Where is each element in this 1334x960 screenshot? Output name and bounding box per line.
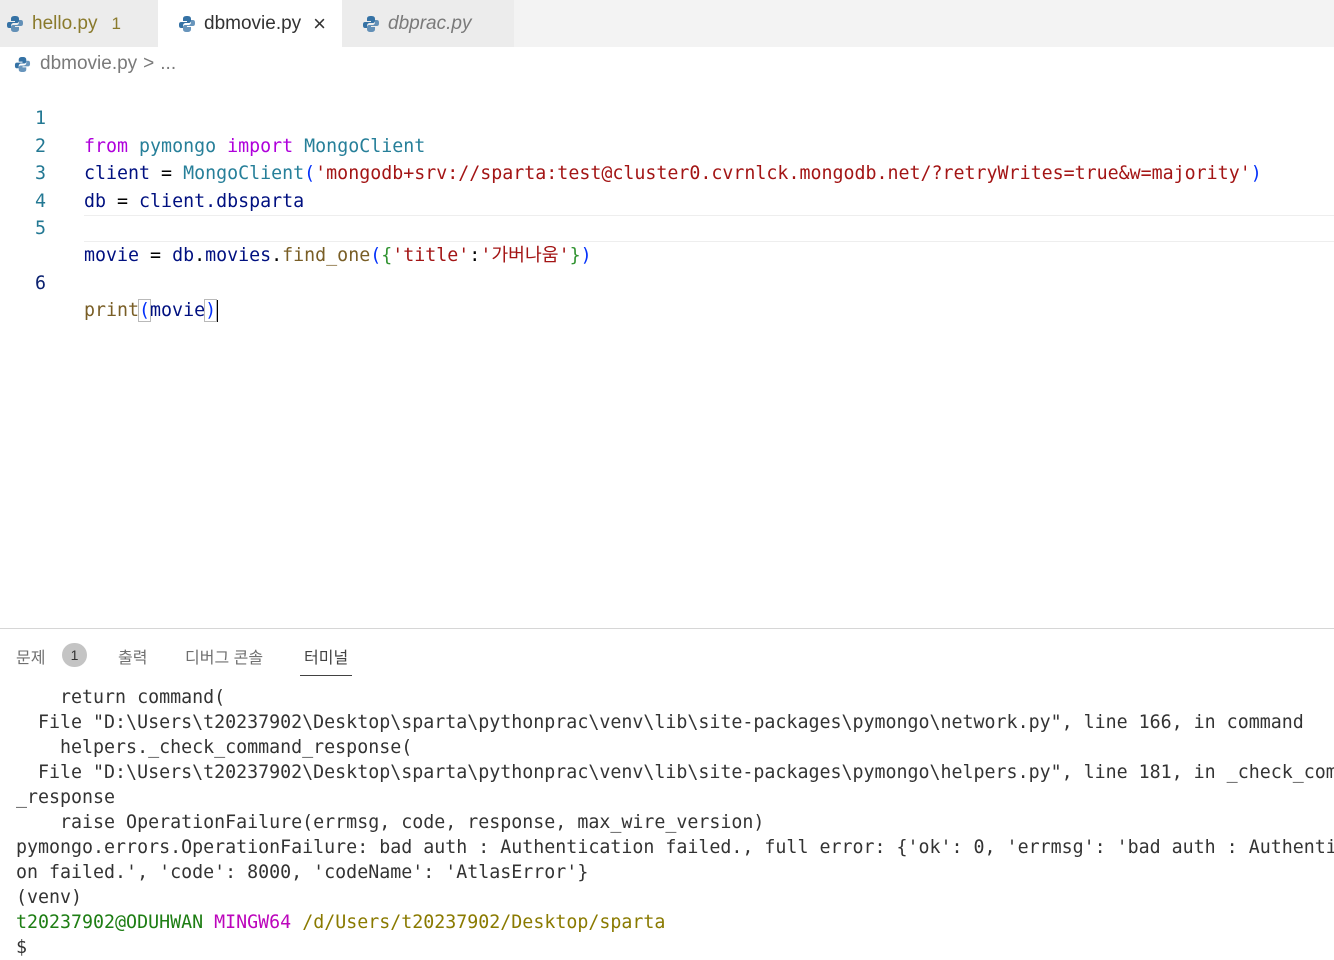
tab-label: dbmovie.py xyxy=(204,12,302,34)
colon: : xyxy=(469,245,481,267)
code-line: 2 client = MongoClient('mongodb+srv://sp… xyxy=(0,105,1334,184)
code-line: 1 from pymongo import MongoClient xyxy=(0,78,1334,156)
python-file-icon xyxy=(179,15,195,32)
tab-debug-console[interactable]: 디버그 콘솔 xyxy=(185,644,263,668)
terminal-output[interactable]: return command( File "D:\Users\t20237902… xyxy=(16,685,1334,960)
string-literal: 'title' xyxy=(392,245,470,267)
python-file-icon xyxy=(14,56,31,72)
bracket: ) xyxy=(580,245,592,267)
breadcrumb: dbmovie.py > ... xyxy=(14,52,176,76)
variable: movie xyxy=(84,245,140,267)
close-icon[interactable]: × xyxy=(313,12,326,35)
dot: . xyxy=(271,245,283,267)
terminal-line: File "D:\Users\t20237902\Desktop\sparta\… xyxy=(16,712,1304,733)
prompt-env: MINGW64 xyxy=(214,912,292,933)
bracket: } xyxy=(569,245,581,267)
code-editor[interactable]: 1 from pymongo import MongoClient 2 clie… xyxy=(0,78,1334,323)
function-name: find_one xyxy=(282,245,371,267)
tab-dbmovie-py[interactable]: dbmovie.py × xyxy=(158,0,342,47)
bracket: ( xyxy=(370,245,382,267)
prompt-symbol: $ xyxy=(16,937,28,958)
variable: movie xyxy=(150,300,206,322)
breadcrumb-symbols[interactable]: ... xyxy=(160,53,176,75)
code-line: 4 xyxy=(0,160,1334,212)
chevron-right-icon: > xyxy=(143,53,155,74)
line-number: 6 xyxy=(34,272,46,294)
code-line-current: 6 print(movie) xyxy=(0,214,1334,323)
terminal-line: File "D:\Users\t20237902\Desktop\sparta\… xyxy=(16,762,1334,783)
function-name: print xyxy=(84,300,140,322)
code-line: 5 movie = db.movies.find_one({'title':'가… xyxy=(0,188,1334,266)
code-line: 3 db = client.dbsparta xyxy=(0,133,1334,211)
variable: db xyxy=(172,245,195,267)
terminal-prompt: t20237902@ODUHWAN MINGW64 /d/Users/t2023… xyxy=(16,910,1334,935)
tab-problems[interactable]: 문제 xyxy=(16,644,45,668)
bracket: ) xyxy=(204,299,218,323)
tab-terminal[interactable]: 터미널 xyxy=(300,644,353,676)
bracket: { xyxy=(381,245,393,267)
terminal-line: raise OperationFailure(errmsg, code, res… xyxy=(16,812,765,833)
prompt-path: /d/Users/t20237902/Desktop/sparta xyxy=(302,912,666,933)
terminal-line: on failed.', 'code': 8000, 'codeName': '… xyxy=(16,862,589,883)
terminal-line: _response xyxy=(16,787,116,808)
editor-tab-bar: hello.py 1 dbmovie.py × dbprac.py xyxy=(0,0,1334,47)
panel-tabs: 문제 1 출력 디버그 콘솔 터미널 xyxy=(0,629,1334,679)
text-cursor xyxy=(216,300,219,323)
problems-count-badge: 1 xyxy=(62,643,87,667)
operator: = xyxy=(139,245,173,267)
string-literal: '가버나움' xyxy=(480,245,570,267)
bottom-panel: 문제 1 출력 디버그 콘솔 터미널 return command( File … xyxy=(0,628,1334,958)
bracket: ( xyxy=(138,299,152,323)
terminal-line: pymongo.errors.OperationFailure: bad aut… xyxy=(16,837,1334,858)
problem-count-badge: 1 xyxy=(111,13,121,33)
tab-label: dbprac.py xyxy=(388,12,472,34)
current-line-highlight xyxy=(84,214,1334,242)
python-file-icon xyxy=(363,15,379,32)
tab-label: hello.py xyxy=(32,12,98,34)
tab-output[interactable]: 출력 xyxy=(118,644,147,668)
prompt-user: t20237902@ODUHWAN xyxy=(16,912,204,933)
terminal-input-line[interactable]: $ xyxy=(16,935,1334,960)
attribute: movies xyxy=(205,245,272,267)
tab-dbprac-py[interactable]: dbprac.py xyxy=(342,0,514,47)
terminal-line: (venv) xyxy=(16,887,83,908)
python-file-icon xyxy=(7,15,23,32)
terminal-line: return command( xyxy=(16,687,226,708)
tab-hello-py[interactable]: hello.py 1 xyxy=(0,0,158,47)
dot: . xyxy=(194,245,206,267)
terminal-line: helpers._check_command_response( xyxy=(16,737,413,758)
breadcrumb-file[interactable]: dbmovie.py xyxy=(40,53,137,75)
